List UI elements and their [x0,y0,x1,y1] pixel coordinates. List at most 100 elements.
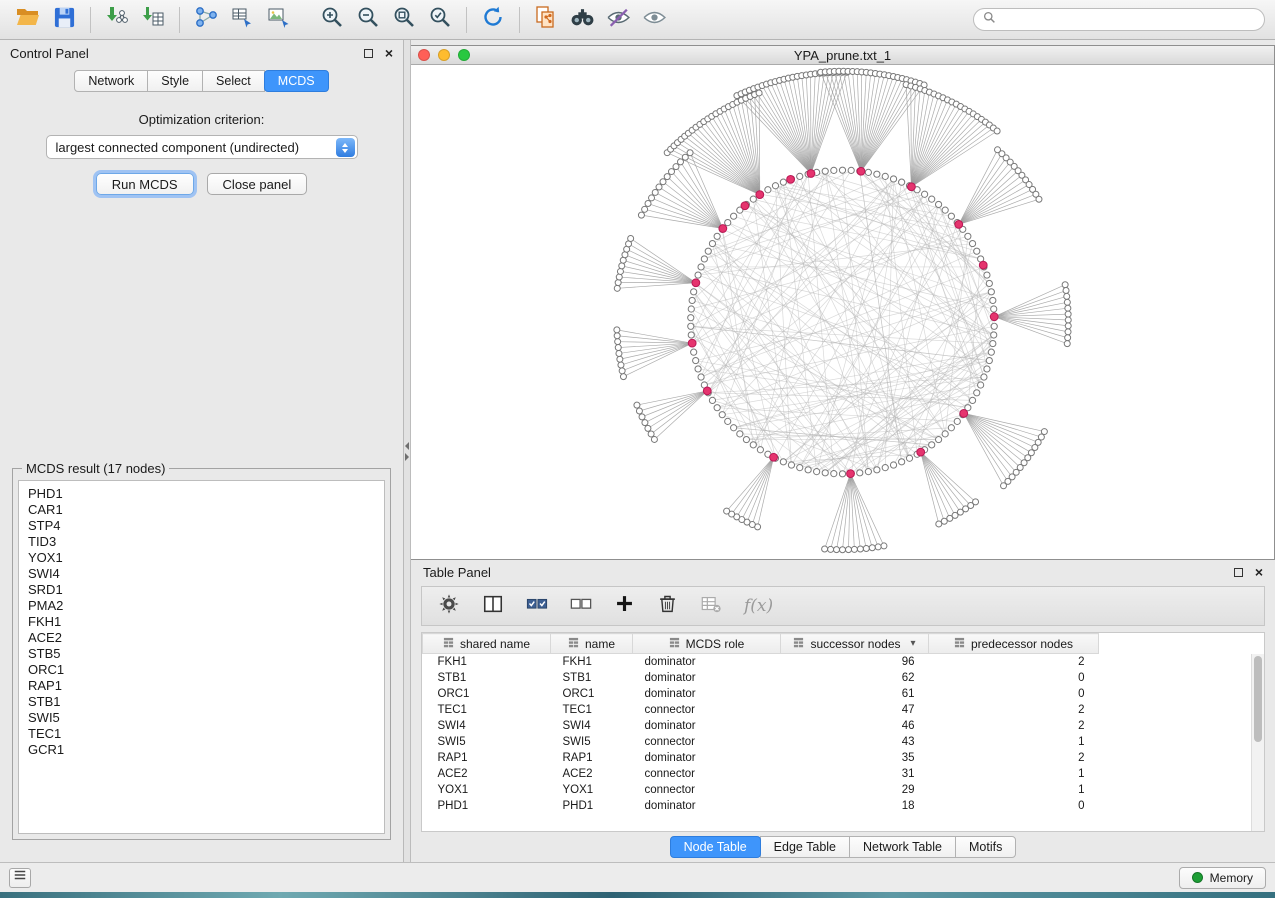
vertical-splitter[interactable] [404,40,411,862]
network-view[interactable] [411,65,1274,559]
mcds-result-item[interactable]: PHD1 [28,486,384,502]
scrollbar-thumb[interactable] [1254,656,1262,742]
table-tab-edge-table[interactable]: Edge Table [760,836,850,858]
table-row[interactable]: ORC1ORC1dominator610 [423,686,1099,702]
cell-predecessor-nodes: 2 [929,702,1099,718]
table-row[interactable]: SWI5SWI5connector431 [423,734,1099,750]
search-input[interactable] [1002,13,1255,27]
table-row[interactable]: TEC1TEC1connector472 [423,702,1099,718]
zoom-out-button[interactable] [350,4,386,36]
optimization-criterion-select[interactable]: largest connected component (undirected) [46,135,358,159]
table-row[interactable]: FKH1FKH1dominator962 [423,654,1099,670]
column-header-predecessor-nodes[interactable]: predecessor nodes [929,634,1099,654]
table-row[interactable]: PHD1PHD1dominator180 [423,798,1099,814]
table-tab-node-table[interactable]: Node Table [670,836,761,858]
cell-name: RAP1 [551,750,633,766]
table-tab-network-table[interactable]: Network Table [849,836,956,858]
main-toolbar [0,0,1275,40]
mcds-result-list[interactable]: PHD1CAR1STP4TID3YOX1SWI4SRD1PMA2FKH1ACE2… [18,480,385,834]
mcds-result-item[interactable]: GCR1 [28,742,384,758]
table-row[interactable]: RAP1RAP1dominator352 [423,750,1099,766]
table-scrollbar[interactable] [1251,654,1264,831]
control-tab-select[interactable]: Select [202,70,265,92]
zoom-in-icon [320,5,344,34]
memory-button[interactable]: Memory [1179,867,1266,889]
mcds-result-item[interactable]: TID3 [28,534,384,550]
open-file-button[interactable] [10,4,46,36]
select-all-button[interactable] [526,593,548,620]
collapse-right-icon[interactable] [405,453,409,461]
mcds-result-item[interactable]: YOX1 [28,550,384,566]
table-row[interactable]: ACE2ACE2connector311 [423,766,1099,782]
mcds-result-item[interactable]: CAR1 [28,502,384,518]
network-canvas[interactable] [411,65,1274,559]
column-header-shared-name[interactable]: shared name [423,634,551,654]
show-details-button[interactable] [636,4,672,36]
network-window-titlebar[interactable]: YPA_prune.txt_1 [411,46,1274,65]
float-panel-icon[interactable] [364,49,373,58]
find-button[interactable] [564,4,600,36]
mcds-result-item[interactable]: RAP1 [28,678,384,694]
save-session-button[interactable] [46,4,82,36]
mcds-result-item[interactable]: STB5 [28,646,384,662]
delete-column-button[interactable] [657,593,678,619]
column-header-successor-nodes[interactable]: successor nodes▾ [781,634,929,654]
cell-mcds-role: dominator [633,750,781,766]
mcds-result-item[interactable]: TEC1 [28,726,384,742]
refresh-layout-button[interactable] [475,4,511,36]
import-table-button[interactable] [135,4,171,36]
cell-successor-nodes: 43 [781,734,929,750]
node-table-grid: shared namenameMCDS rolesuccessor nodes▾… [422,633,1099,814]
column-header-mcds-role[interactable]: MCDS role [633,634,781,654]
column-type-icon [568,637,579,651]
hide-details-button[interactable] [600,4,636,36]
function-builder-button[interactable]: f(x) [744,596,773,616]
mcds-result-item[interactable]: ORC1 [28,662,384,678]
control-tab-network[interactable]: Network [74,70,148,92]
export-image-button[interactable] [260,4,296,36]
delete-table-button[interactable] [700,593,722,620]
control-tab-style[interactable]: Style [147,70,203,92]
cell-successor-nodes: 35 [781,750,929,766]
new-network-button[interactable] [188,4,224,36]
float-panel-icon[interactable] [1234,568,1243,577]
table-settings-button[interactable] [438,593,460,620]
mcds-result-item[interactable]: PMA2 [28,598,384,614]
add-column-button[interactable] [614,593,635,619]
table-toolbar: f(x) [421,586,1265,626]
zoom-fit-button[interactable] [386,4,422,36]
table-tab-motifs[interactable]: Motifs [955,836,1016,858]
mcds-result-group: MCDS result (17 nodes) PHD1CAR1STP4TID3Y… [12,461,391,840]
dropdown-value: largest connected component (undirected) [56,140,300,155]
mcds-result-item[interactable]: SWI5 [28,710,384,726]
deselect-all-button[interactable] [570,593,592,620]
control-tab-mcds[interactable]: MCDS [264,70,329,92]
table-row[interactable]: YOX1YOX1connector291 [423,782,1099,798]
network-table-button[interactable] [224,4,260,36]
table-row[interactable]: STB1STB1dominator620 [423,670,1099,686]
chevron-down-icon[interactable]: ▾ [911,638,916,649]
column-header-name[interactable]: name [551,634,633,654]
mcds-result-item[interactable]: FKH1 [28,614,384,630]
mcds-result-item[interactable]: STB1 [28,694,384,710]
close-panel-icon[interactable]: × [385,46,393,60]
import-network-button[interactable] [99,4,135,36]
mcds-result-item[interactable]: SWI4 [28,566,384,582]
mcds-result-item[interactable]: SRD1 [28,582,384,598]
search-box[interactable] [973,8,1265,31]
zoom-in-button[interactable] [314,4,350,36]
mcds-result-item[interactable]: ACE2 [28,630,384,646]
cell-mcds-role: connector [633,702,781,718]
table-row[interactable]: SWI4SWI4dominator462 [423,718,1099,734]
close-panel-button[interactable]: Close panel [207,173,308,195]
table-panel-title: Table Panel [423,565,491,580]
task-monitor-button[interactable] [9,868,31,888]
close-panel-icon[interactable]: × [1255,565,1263,579]
run-mcds-button[interactable]: Run MCDS [96,173,194,195]
table-delete-icon [700,593,722,620]
zoom-selected-button[interactable] [422,4,458,36]
mcds-result-item[interactable]: STP4 [28,518,384,534]
share-document-button[interactable] [528,4,564,36]
collapse-left-icon[interactable] [405,442,409,450]
show-columns-button[interactable] [482,593,504,620]
